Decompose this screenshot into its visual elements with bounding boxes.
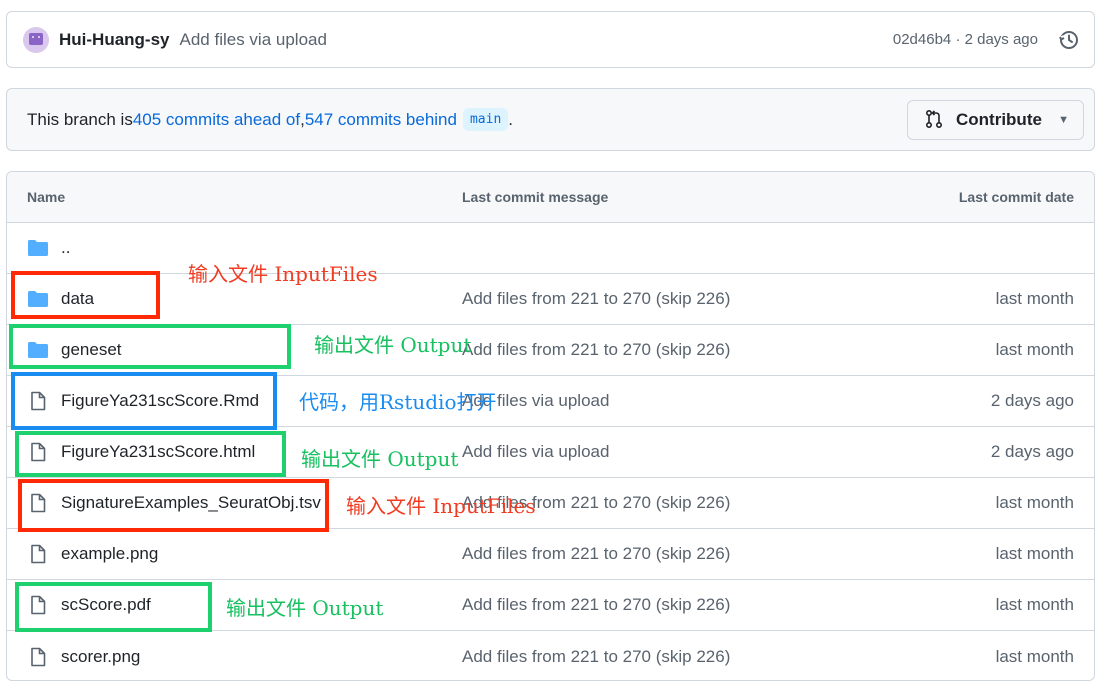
- commit-message-link[interactable]: Add files from 221 to 270 (skip 226): [462, 595, 730, 615]
- file-name[interactable]: ..: [61, 238, 70, 258]
- commit-message-link[interactable]: Add files via upload: [462, 442, 609, 462]
- table-row[interactable]: example.png Add files from 221 to 270 (s…: [7, 529, 1094, 580]
- latest-commit-bar: Hui-Huang-sy Add files via upload 02d46b…: [6, 11, 1095, 68]
- contribute-button[interactable]: Contribute ▼: [907, 99, 1084, 140]
- commit-date: last month: [995, 289, 1074, 308]
- annotation-label-input-tsv: 输入文件 InputFiles: [346, 494, 536, 518]
- header-last-commit-date: Last commit date: [958, 189, 1074, 205]
- commit-hash-time[interactable]: 02d46b4 · 2 days ago: [893, 31, 1038, 48]
- commit-date: last month: [995, 595, 1074, 614]
- branch-status-prefix: This branch is: [27, 109, 133, 129]
- annotation-label-output-geneset: 输出文件 Output: [314, 333, 472, 357]
- pull-request-icon: [924, 109, 946, 131]
- folder-icon: [27, 237, 49, 259]
- history-icon[interactable]: [1057, 29, 1080, 51]
- table-row-parent[interactable]: ..: [7, 223, 1094, 274]
- file-name[interactable]: example.png: [61, 544, 158, 564]
- annotation-label-output-html: 输出文件 Output: [301, 447, 459, 471]
- annotation-box-input-tsv: [18, 479, 329, 532]
- commit-date: 2 days ago: [990, 442, 1074, 461]
- commit-message-link[interactable]: Add files from 221 to 270 (skip 226): [462, 544, 730, 564]
- file-name[interactable]: scorer.png: [61, 647, 140, 667]
- annotation-label-input-data: 输入文件 InputFiles: [188, 262, 378, 286]
- contribute-label: Contribute: [956, 109, 1042, 129]
- annotation-label-code-rmd: 代码，用Rstudio打开: [299, 390, 497, 414]
- branch-status-bar: This branch is 405 commits ahead of , 54…: [6, 88, 1095, 151]
- commit-date: last month: [995, 646, 1074, 666]
- commit-date: last month: [995, 493, 1074, 512]
- annotation-box-code-rmd: [11, 372, 277, 430]
- commit-message-link[interactable]: Add files from 221 to 270 (skip 226): [462, 289, 730, 309]
- annotation-box-output-html: [15, 431, 286, 477]
- annotation-box-output-geneset: [9, 324, 291, 369]
- commit-date: 2 days ago: [990, 391, 1074, 410]
- commit-author[interactable]: Hui-Huang-sy: [59, 30, 170, 50]
- chevron-down-icon: ▼: [1058, 113, 1069, 126]
- commits-ahead-link[interactable]: 405 commits ahead of: [133, 110, 300, 130]
- avatar[interactable]: [23, 26, 49, 53]
- table-row[interactable]: scorer.png Add files from 221 to 270 (sk…: [7, 631, 1094, 680]
- header-last-commit-message: Last commit message: [462, 189, 609, 205]
- commit-message-link[interactable]: Add files from 221 to 270 (skip 226): [462, 647, 730, 667]
- annotation-box-input-data: [11, 271, 160, 319]
- commit-date: last month: [995, 340, 1074, 359]
- repo-file-browser: Hui-Huang-sy Add files via upload 02d46b…: [0, 0, 1112, 695]
- annotation-label-output-pdf: 输出文件 Output: [226, 596, 384, 620]
- commit-message-link[interactable]: Add files from 221 to 270 (skip 226): [462, 340, 730, 360]
- branch-status-suffix: .: [508, 109, 514, 129]
- file-table-header: Name Last commit message Last commit dat…: [7, 172, 1094, 223]
- commit-date: last month: [995, 544, 1074, 563]
- commit-message[interactable]: Add files via upload: [180, 30, 327, 50]
- header-name: Name: [27, 189, 66, 205]
- base-branch-tag[interactable]: main: [462, 108, 509, 131]
- annotation-box-output-pdf: [15, 582, 212, 632]
- table-row[interactable]: data Add files from 221 to 270 (skip 226…: [7, 274, 1094, 325]
- file-icon: [27, 646, 49, 668]
- commits-behind-link[interactable]: 547 commits behind: [305, 110, 457, 130]
- file-icon: [27, 543, 49, 565]
